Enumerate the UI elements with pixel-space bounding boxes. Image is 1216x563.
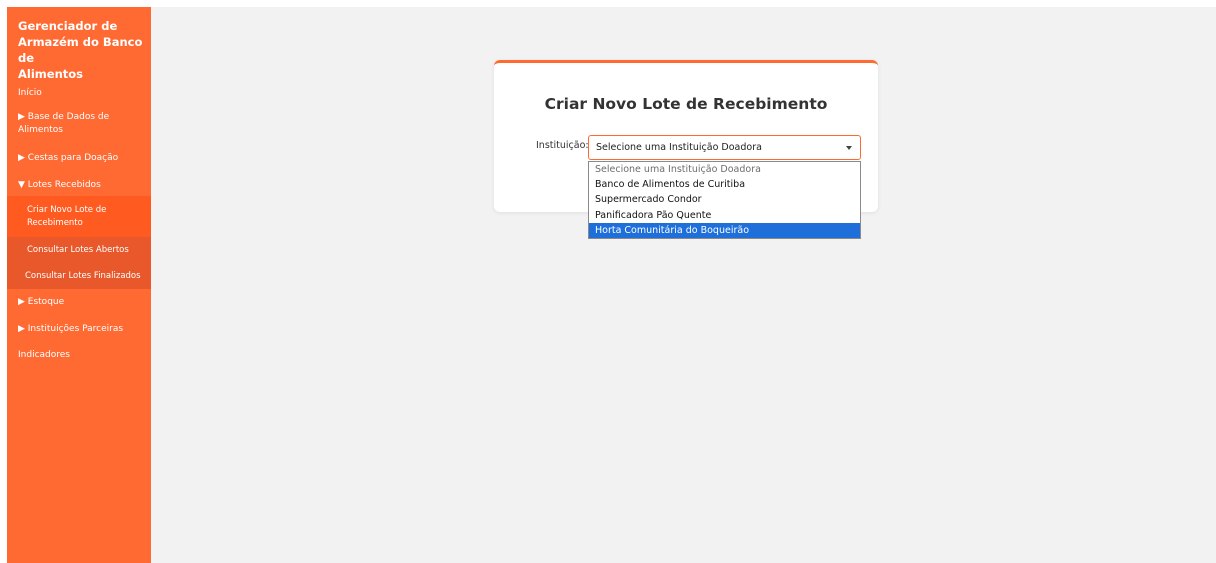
- institution-label: Instituição:: [536, 140, 589, 151]
- institution-dropdown-list: Selecione uma Instituição Doadora Banco …: [588, 161, 861, 239]
- sidebar-subitem-consultar-finalizados[interactable]: Consultar Lotes Finalizados: [7, 264, 151, 289]
- dropdown-option-placeholder: Selecione uma Instituição Doadora: [595, 164, 761, 175]
- sidebar-item-instituicoes[interactable]: ▶ Instituições Parceiras: [7, 323, 151, 336]
- sidebar-item-label: Consultar Lotes Abertos: [27, 245, 129, 255]
- brand-line: Gerenciador de: [18, 19, 118, 33]
- sidebar-item-label: Criar Novo Lote de: [27, 204, 107, 215]
- sidebar-item-indicadores[interactable]: Indicadores: [7, 349, 151, 362]
- chevron-down-icon: [846, 146, 852, 150]
- dropdown-option-highlighted[interactable]: Horta Comunitária do Boqueirão: [589, 222, 860, 238]
- sidebar-item-label: ▶ Base de Dados de: [18, 112, 110, 122]
- brand-line: Alimentos: [18, 67, 83, 81]
- select-value: Selecione uma Instituição Doadora: [596, 142, 762, 153]
- brand-line: Armazém do Banco de: [18, 35, 143, 65]
- sidebar-item-estoque[interactable]: ▶ Estoque: [7, 296, 151, 309]
- institution-select[interactable]: Selecione uma Instituição Doadora: [588, 135, 861, 160]
- page-title: Criar Novo Lote de Recebimento: [544, 95, 828, 113]
- sidebar-item-label: Recebimento: [27, 217, 83, 228]
- dropdown-option[interactable]: Banco de Alimentos de Curitiba: [589, 177, 860, 192]
- dropdown-option[interactable]: Supermercado Condor: [589, 192, 860, 207]
- sidebar-subitem-criar-lote[interactable]: Criar Novo Lote de Recebimento: [7, 196, 151, 237]
- sidebar-item-label: Consultar Lotes Finalizados: [25, 271, 141, 281]
- sidebar-item-inicio[interactable]: Início: [7, 87, 151, 100]
- sidebar-item-label: Alimentos: [18, 125, 63, 135]
- sidebar-item-base-dados[interactable]: ▶ Base de Dados de Alimentos: [7, 111, 151, 137]
- sidebar-item-cestas[interactable]: ▶ Cestas para Doação: [7, 152, 151, 165]
- app-frame: Gerenciador de Armazém do Banco de Alime…: [7, 7, 1216, 563]
- sidebar: Gerenciador de Armazém do Banco de Alime…: [7, 7, 151, 563]
- app-brand: Gerenciador de Armazém do Banco de Alime…: [18, 18, 146, 82]
- dropdown-option[interactable]: Panificadora Pão Quente: [589, 208, 860, 223]
- sidebar-item-lotes-recebidos[interactable]: ▼ Lotes Recebidos: [7, 179, 151, 192]
- sidebar-subitem-consultar-abertos[interactable]: Consultar Lotes Abertos: [7, 237, 151, 264]
